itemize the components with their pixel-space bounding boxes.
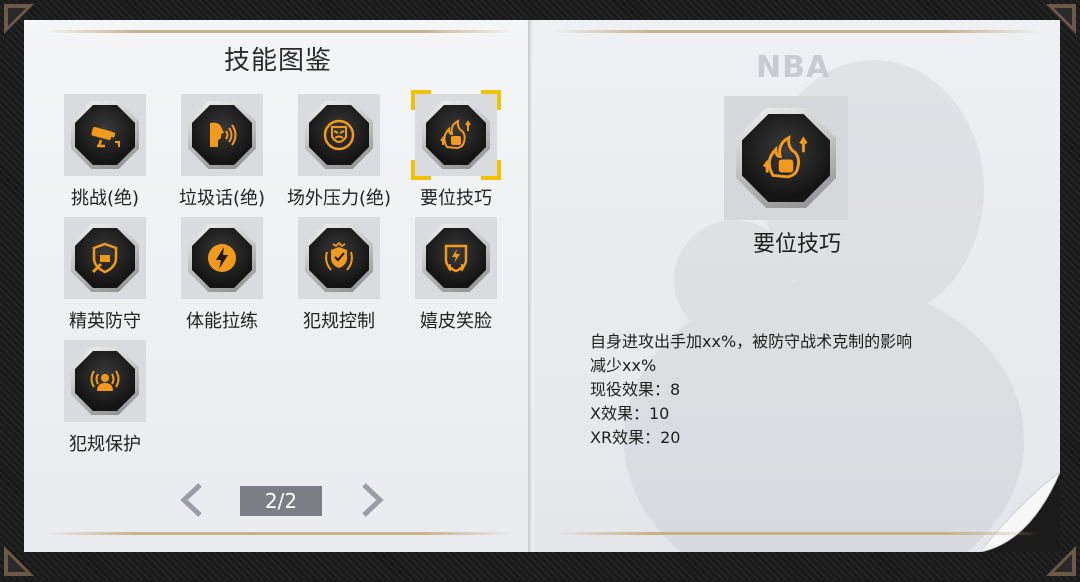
laurel-shield-icon — [325, 241, 353, 271]
skill-tile[interactable] — [411, 90, 501, 180]
skill-tile[interactable] — [64, 217, 146, 299]
skill-detail-page: NBA 要位技巧 自身进攻出手加xx%，被防守战术克制的影响 减少xx% 现役效… — [534, 20, 1060, 552]
skill-item-post-skill[interactable]: 要位技巧 — [411, 90, 501, 209]
camera-icon — [91, 126, 120, 148]
skill-label: 犯规保护 — [69, 434, 141, 455]
selection-corner — [481, 160, 501, 180]
skill-item-crowd-pressure[interactable]: 场外压力(绝) — [287, 94, 391, 209]
lightning-icon — [208, 244, 236, 272]
skill-label: 要位技巧 — [420, 188, 492, 209]
skill-item-grin[interactable]: 嬉皮笑脸 — [415, 217, 497, 332]
skill-item-challenge[interactable]: 挑战(绝) — [64, 94, 146, 209]
skill-item-foul-protection[interactable]: 犯规保护 — [64, 340, 146, 455]
skill-description: 自身进攻出手加xx%，被防守战术克制的影响 减少xx% 现役效果：8 X效果：1… — [590, 330, 1010, 450]
skill-tile[interactable] — [298, 217, 380, 299]
page-indicator: 2/2 — [240, 486, 322, 516]
next-page-button[interactable] — [358, 482, 388, 518]
selected-skill-icon — [724, 96, 848, 220]
flame-fist-icon — [763, 135, 808, 179]
skill-item-foul-control[interactable]: 犯规控制 — [298, 217, 380, 332]
skill-item-elite-defense[interactable]: 精英防守 — [64, 217, 146, 332]
selected-skill-name: 要位技巧 — [752, 232, 841, 257]
top-divider — [44, 30, 514, 33]
bottom-divider — [44, 532, 514, 535]
skill-tile[interactable] — [298, 94, 380, 176]
trash-talk-icon — [210, 122, 237, 147]
description-line: X效果：10 — [590, 404, 670, 423]
shield-wrench-icon — [91, 242, 118, 274]
skill-book: 技能图鉴 挑战(绝) 垃圾话(绝) 场外压力(绝) 要位技巧 精英防守 体能拉练… — [24, 20, 1060, 552]
description-line: 自身进攻出手加xx%，被防守战术克制的影响 — [590, 332, 913, 351]
prev-page-button[interactable] — [176, 482, 206, 518]
skill-catalog-page: 技能图鉴 挑战(绝) 垃圾话(绝) 场外压力(绝) 要位技巧 精英防守 体能拉练… — [24, 20, 532, 552]
skill-tile[interactable] — [181, 94, 263, 176]
flame-fist-icon — [440, 119, 471, 150]
selection-corner — [411, 90, 431, 110]
skill-label: 嬉皮笑脸 — [420, 311, 492, 332]
nba-logo: NBA — [756, 50, 831, 85]
skill-item-conditioning[interactable]: 体能拉练 — [181, 217, 263, 332]
description-line: 现役效果：8 — [590, 380, 681, 399]
description-line: 减少xx% — [590, 356, 657, 375]
skill-item-trash-talk[interactable]: 垃圾话(绝) — [179, 94, 265, 209]
description-line: XR效果：20 — [590, 428, 681, 447]
skill-tile[interactable] — [415, 217, 497, 299]
person-signal-icon — [90, 370, 120, 391]
selection-corner — [411, 160, 431, 180]
bottom-divider — [554, 532, 1040, 535]
chevron-right-icon — [362, 483, 384, 517]
shield-down-icon — [444, 244, 468, 273]
pressure-mask-icon — [323, 119, 355, 151]
skill-tile[interactable] — [64, 340, 146, 422]
skill-tile[interactable] — [64, 94, 146, 176]
skill-tile[interactable] — [181, 217, 263, 299]
page-title: 技能图鉴 — [223, 46, 332, 76]
chevron-left-icon — [180, 483, 202, 517]
page-curl — [980, 472, 1060, 552]
selection-corner — [481, 90, 501, 110]
